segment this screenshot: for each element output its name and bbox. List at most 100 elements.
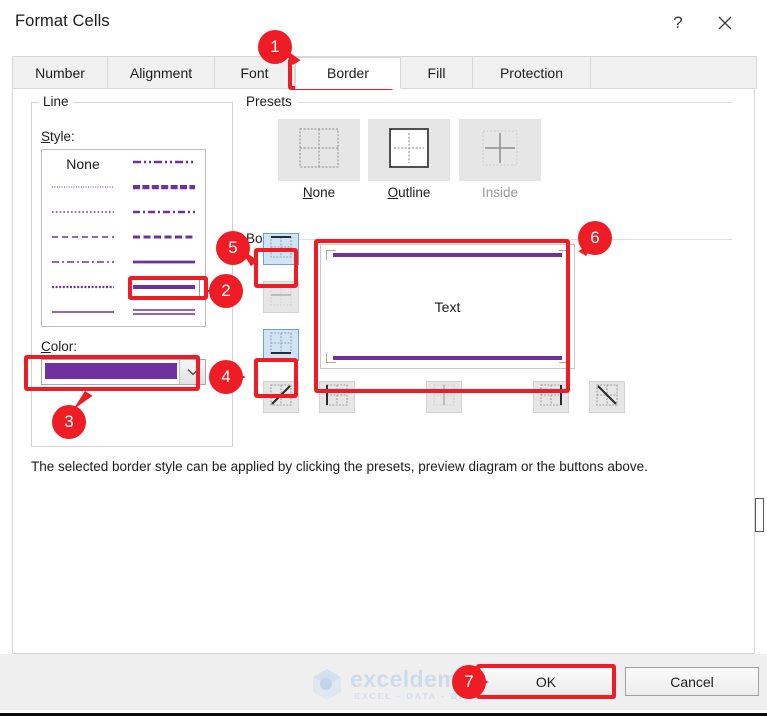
presets-label: Presets xyxy=(242,94,296,109)
left-border-button[interactable] xyxy=(319,381,355,413)
presets-divider xyxy=(298,102,732,103)
top-border-button[interactable] xyxy=(263,233,299,265)
bottom-border-button[interactable] xyxy=(263,329,299,361)
line-style-option-thick-solid[interactable] xyxy=(124,276,204,301)
page-title: Format Cells xyxy=(15,12,110,30)
exceldemy-logo-icon xyxy=(310,667,344,706)
line-style-none-label: None xyxy=(66,155,100,172)
diagonal-down-border-button[interactable] xyxy=(589,381,625,413)
tab-fill[interactable]: Fill xyxy=(401,57,473,89)
line-style-option-medium-solid[interactable] xyxy=(124,251,204,276)
tab-label: Border xyxy=(326,65,370,81)
line-style-swatch xyxy=(133,180,195,198)
line-style-option-double[interactable] xyxy=(124,301,204,326)
line-style-option-dashed[interactable] xyxy=(43,226,123,251)
corner-tick xyxy=(568,353,569,363)
format-cells-dialog: Format Cells ? Number Alignment Font Border… xyxy=(0,0,767,716)
tab-label: Protection xyxy=(499,65,564,81)
line-style-swatch xyxy=(133,205,195,223)
line-style-swatch xyxy=(133,280,195,298)
ok-button[interactable]: OK xyxy=(479,667,613,696)
line-style-swatch xyxy=(133,255,195,273)
line-style-swatch xyxy=(52,280,114,298)
tab-label: Alignment xyxy=(129,65,193,81)
tab-border[interactable]: Border xyxy=(295,57,401,89)
line-style-option-medium-dash-dot[interactable] xyxy=(124,201,204,226)
preset-outline-label: Outline xyxy=(387,185,431,200)
border-diagonal-up-icon xyxy=(268,382,294,413)
style-label: Style: xyxy=(41,129,75,144)
tab-strip: Number Alignment Font Border Fill Protection xyxy=(12,56,757,89)
tab-alignment[interactable]: Alignment xyxy=(108,57,215,89)
corner-tick xyxy=(326,250,327,260)
preset-outline-button[interactable] xyxy=(368,119,450,181)
preset-inside-label: Inside xyxy=(481,185,519,200)
selected-color-swatch xyxy=(45,363,177,379)
chevron-down-icon[interactable] xyxy=(179,360,205,384)
line-style-option-dotted[interactable] xyxy=(43,201,123,226)
title-bar: Format Cells ? xyxy=(0,0,767,48)
help-icon[interactable]: ? xyxy=(660,8,696,38)
line-style-swatch xyxy=(52,205,114,223)
color-dropdown[interactable] xyxy=(41,359,206,385)
line-style-option-dense-dot[interactable] xyxy=(43,276,123,301)
preset-none-button[interactable] xyxy=(278,119,360,181)
tab-font[interactable]: Font xyxy=(215,57,295,89)
line-style-swatch xyxy=(52,180,114,198)
preset-inside-icon xyxy=(477,125,523,176)
line-style-swatch xyxy=(52,255,114,273)
line-style-option-dash-dot[interactable] xyxy=(43,251,123,276)
line-style-option-dash-dot-dot[interactable] xyxy=(124,151,204,176)
line-style-swatch xyxy=(52,305,114,323)
line-style-swatch xyxy=(133,155,195,173)
tab-label: Font xyxy=(240,65,269,81)
border-inside-h-icon xyxy=(268,282,294,313)
color-label: Color: xyxy=(41,339,78,354)
watermark-tagline: EXCEL · DATA · BI xyxy=(354,691,464,701)
border-inside-v-icon xyxy=(431,382,457,413)
help-text: The selected border style can be applied… xyxy=(31,459,648,474)
line-style-listbox[interactable]: None xyxy=(41,149,206,327)
line-style-swatch xyxy=(52,230,114,248)
preset-none-label: None xyxy=(302,185,336,200)
watermark-word: exceldemy xyxy=(350,666,472,692)
preview-sample-text: Text xyxy=(434,298,461,315)
tab-label: Number xyxy=(35,65,85,81)
tab-number[interactable]: Number xyxy=(13,57,108,89)
corner-tick xyxy=(568,250,569,260)
corner-tick xyxy=(326,250,336,251)
border-bottom-icon xyxy=(268,330,294,361)
line-style-swatch xyxy=(133,230,195,248)
line-style-option-slant-dash[interactable] xyxy=(124,176,204,201)
line-style-option-thin-solid[interactable] xyxy=(43,301,123,326)
border-right-icon xyxy=(538,382,564,413)
line-style-option-hairline-dot[interactable] xyxy=(43,176,123,201)
cancel-button[interactable]: Cancel xyxy=(625,667,759,696)
diagonal-up-border-button[interactable] xyxy=(263,381,299,413)
tab-protection[interactable]: Protection xyxy=(473,57,591,89)
border-diagonal-down-icon xyxy=(594,382,620,413)
preview-bottom-border xyxy=(333,356,562,360)
preset-none-icon xyxy=(296,125,342,176)
border-section-divider xyxy=(294,239,732,240)
preset-outline-icon xyxy=(386,125,432,176)
border-top-icon xyxy=(268,234,294,265)
border-tab-panel: Line Style: None Color: Presets None Outl… xyxy=(12,88,755,654)
line-style-option-thick-dash[interactable] xyxy=(124,226,204,251)
preset-inside-button xyxy=(459,119,541,181)
right-border-button[interactable] xyxy=(533,381,569,413)
line-style-option-none[interactable]: None xyxy=(43,151,123,176)
border-preview-diagram[interactable]: Text xyxy=(320,244,575,369)
tab-label: Fill xyxy=(427,65,446,81)
line-group-label: Line xyxy=(39,94,73,109)
close-icon[interactable] xyxy=(707,8,743,38)
vertical-scrollbar-thumb[interactable] xyxy=(755,498,764,532)
corner-tick xyxy=(326,353,327,363)
border-left-icon xyxy=(324,382,350,413)
inside-horizontal-border-button xyxy=(263,281,299,313)
inside-vertical-border-button xyxy=(426,381,462,413)
corner-tick xyxy=(326,362,336,363)
line-style-swatch xyxy=(133,305,195,323)
preview-top-border xyxy=(333,253,562,257)
watermark: exceldemy EXCEL · DATA · BI xyxy=(310,664,500,704)
